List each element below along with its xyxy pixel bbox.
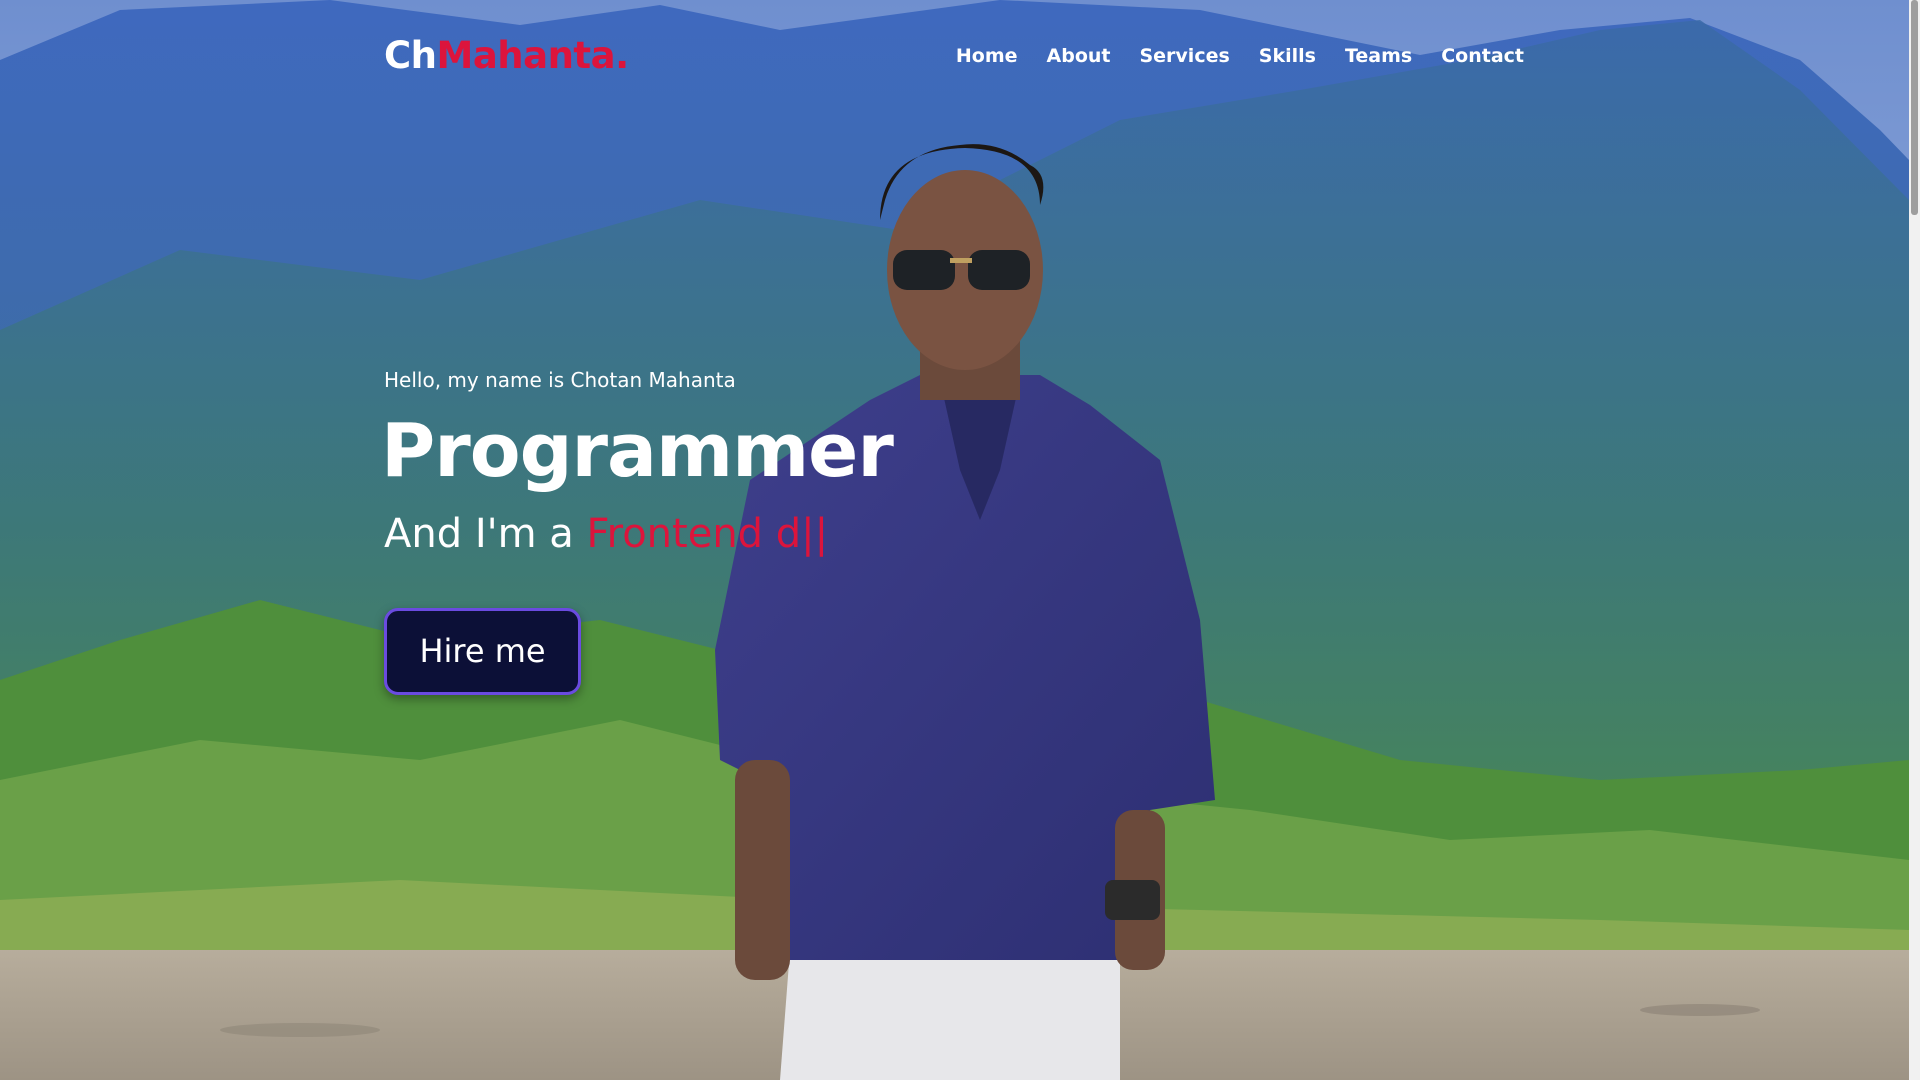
logo-prefix: Ch: [384, 34, 437, 77]
subtitle-prefix: And I'm a: [384, 511, 587, 557]
scrollbar-thumb[interactable]: [1911, 0, 1918, 215]
nav-item-home[interactable]: Home: [956, 45, 1018, 67]
nav-item-contact[interactable]: Contact: [1441, 45, 1524, 67]
typed-role-text: Frontend d: [586, 511, 802, 557]
hero-background-image: [0, 0, 1909, 1080]
page-scrollbar[interactable]: [1909, 0, 1920, 1080]
typing-cursor: ||: [801, 511, 829, 557]
hire-me-button[interactable]: Hire me: [384, 608, 581, 695]
hero-section: ChMahanta. Home About Services Skills Te…: [0, 0, 1909, 1080]
hero-content: Hello, my name is Chotan Mahanta Program…: [381, 368, 894, 695]
nav-item-services[interactable]: Services: [1139, 45, 1229, 67]
hero-greeting: Hello, my name is Chotan Mahanta: [384, 368, 736, 392]
nav-item-about[interactable]: About: [1047, 45, 1111, 67]
site-logo[interactable]: ChMahanta.: [384, 34, 629, 77]
logo-highlight: Mahanta.: [436, 34, 630, 77]
hero-subtitle: And I'm a Frontend d||: [384, 510, 893, 558]
hero-title: Programmer: [381, 408, 894, 494]
navbar: ChMahanta. Home About Services Skills Te…: [0, 0, 1909, 115]
nav-menu: Home About Services Skills Teams Contact: [956, 45, 1524, 67]
nav-item-skills[interactable]: Skills: [1259, 45, 1316, 67]
nav-item-teams[interactable]: Teams: [1345, 45, 1412, 67]
